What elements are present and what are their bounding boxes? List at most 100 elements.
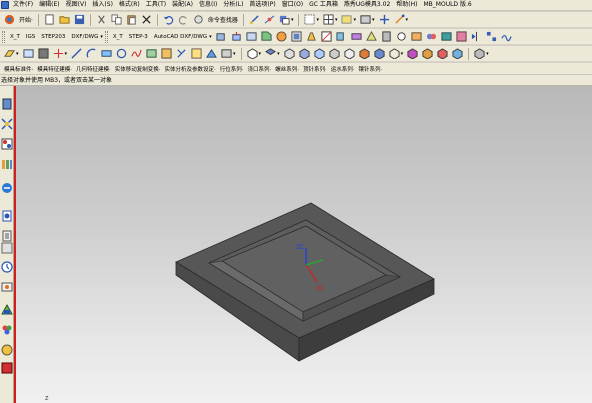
datum-plane-icon[interactable] (22, 47, 35, 60)
save-icon[interactable] (73, 13, 86, 26)
edit-parameters-icon[interactable] (190, 47, 203, 60)
datum-csys-icon[interactable] (37, 47, 50, 60)
command-finder-button[interactable]: 命令查找器 (206, 15, 240, 24)
rotate-view-icon[interactable] (393, 13, 406, 26)
menu-mold-standard-parts[interactable]: 模具标准件· (2, 65, 35, 73)
patch-icon[interactable] (365, 30, 378, 43)
redo-icon[interactable] (177, 13, 190, 26)
menu-ejector-series[interactable]: 顶针系列· (301, 65, 329, 73)
copy-face-icon[interactable] (335, 30, 348, 43)
intersect-icon[interactable] (455, 30, 468, 43)
perspective-icon[interactable] (473, 47, 486, 60)
menu-help[interactable]: 帮助(H) (393, 0, 420, 10)
start-icon[interactable] (3, 13, 16, 26)
chevron-down-icon[interactable]: ▾ (406, 17, 409, 23)
view-front-icon[interactable] (246, 47, 259, 60)
menu-cooling-series[interactable]: 运水系列· (329, 65, 357, 73)
export-igs-button[interactable]: IGS (23, 34, 38, 40)
ruled-surface-icon[interactable] (220, 47, 233, 60)
mold-wizard-icon[interactable] (1, 344, 13, 356)
block-icon[interactable] (215, 30, 228, 43)
menu-body-analysis-parameters[interactable]: 实体分析及参数设定· (163, 65, 218, 73)
menu-body-move-copy-transform[interactable]: 实体移动复制变换· (113, 65, 163, 73)
trim-body-icon[interactable] (320, 30, 333, 43)
sketch-icon[interactable] (248, 13, 261, 26)
system-scenes-icon[interactable] (1, 303, 13, 316)
rectangle-icon[interactable] (100, 47, 113, 60)
toolbar-grip[interactable] (2, 30, 5, 43)
hole-icon[interactable] (395, 30, 408, 43)
extrude-icon[interactable] (230, 30, 243, 43)
reuse-library-icon[interactable] (1, 158, 13, 170)
menu-tools[interactable]: 工具(T) (143, 0, 169, 10)
menu-information[interactable]: 信息(I) (196, 0, 220, 10)
chevron-down-icon[interactable]: ▾ (291, 17, 294, 23)
chevron-down-icon[interactable]: ▾ (316, 17, 319, 23)
pattern-icon[interactable] (485, 30, 498, 43)
menu-preferences[interactable]: 首选项(P) (246, 0, 278, 10)
fill-surface-icon[interactable] (205, 47, 218, 60)
history-icon[interactable] (1, 230, 13, 242)
arc-icon[interactable] (85, 47, 98, 60)
export-step203-button[interactable]: STEP203 (38, 34, 68, 40)
studio-render-icon[interactable] (406, 47, 419, 60)
point-icon[interactable] (52, 47, 65, 60)
circle-icon[interactable] (115, 47, 128, 60)
web-browser-icon[interactable] (1, 210, 13, 222)
chevron-down-icon[interactable]: ▾ (259, 51, 262, 57)
export-dxf-dwg-button[interactable]: DXF/DWG (68, 34, 101, 40)
menu-screw-series[interactable]: 螺丝系列· (273, 65, 301, 73)
shaded-icon[interactable] (373, 47, 386, 60)
paste-icon[interactable] (125, 13, 138, 26)
menu-insert[interactable]: 插入(S) (89, 0, 116, 10)
import-autocad-button[interactable]: AutoCAD DXF/DWG (151, 34, 210, 40)
menu-format[interactable]: 格式(R) (116, 0, 143, 10)
chevron-down-icon[interactable]: ▾ (401, 51, 404, 57)
split-body-icon[interactable] (410, 30, 423, 43)
palette-icon[interactable] (1, 324, 13, 336)
chevron-down-icon[interactable]: ▾ (277, 51, 280, 57)
chevron-down-icon[interactable]: ▾ (486, 51, 489, 57)
offset-curve-icon[interactable] (160, 47, 173, 60)
toolbar-grip[interactable] (104, 30, 108, 43)
subtract-icon[interactable] (440, 30, 453, 43)
measure-icon[interactable] (263, 13, 276, 26)
render-style-icon[interactable] (340, 13, 353, 26)
export-xt-button[interactable]: X_T (7, 34, 23, 40)
background-icon[interactable] (451, 47, 464, 60)
menu-window[interactable]: 窗口(O) (279, 0, 306, 10)
menu-analysis[interactable]: 分析(L) (220, 0, 246, 10)
line-icon[interactable] (70, 47, 83, 60)
import-xt-button[interactable]: X_T (110, 34, 126, 40)
display-mode-icon[interactable] (359, 13, 372, 26)
menu-mb-mould[interactable]: MB_MOULD 版.6 (421, 0, 475, 10)
selection-filter-icon[interactable] (303, 13, 316, 26)
menu-mold-feature-modeling[interactable]: 模具特征建模· (35, 65, 74, 73)
menu-edit[interactable]: 编辑(E) (36, 0, 62, 10)
assembly-navigator-icon[interactable] (1, 98, 13, 110)
chevron-down-icon[interactable]: ▾ (233, 51, 236, 57)
shell-icon[interactable] (245, 30, 258, 43)
constraint-navigator-icon[interactable] (1, 118, 13, 130)
view-top-icon[interactable] (264, 47, 277, 60)
chamfer-icon[interactable] (260, 30, 273, 43)
import-step-button[interactable]: STEP-3 (126, 34, 151, 40)
thread-icon[interactable] (380, 30, 393, 43)
chevron-down-icon[interactable]: ▾ (100, 34, 103, 40)
copy-icon[interactable] (110, 13, 123, 26)
view-bottom-icon[interactable] (328, 47, 341, 60)
roles-icon[interactable] (1, 281, 13, 293)
project-curve-icon[interactable] (145, 47, 158, 60)
chevron-down-icon[interactable]: ▾ (209, 34, 212, 40)
menu-view[interactable]: 视图(V) (63, 0, 90, 10)
layer-settings-icon[interactable] (278, 13, 291, 26)
chevron-down-icon[interactable]: ▾ (372, 17, 375, 23)
orient-view-icon[interactable] (378, 13, 391, 26)
material-icon[interactable] (436, 47, 449, 60)
sketch-plane-icon[interactable] (3, 47, 16, 60)
assembly-load-icon[interactable] (1, 362, 13, 374)
model-view[interactable]: ZC XC (14, 86, 592, 403)
process-studio-icon[interactable] (1, 261, 13, 273)
open-folder-icon[interactable] (58, 13, 71, 26)
view-trimetric-icon[interactable] (313, 47, 326, 60)
